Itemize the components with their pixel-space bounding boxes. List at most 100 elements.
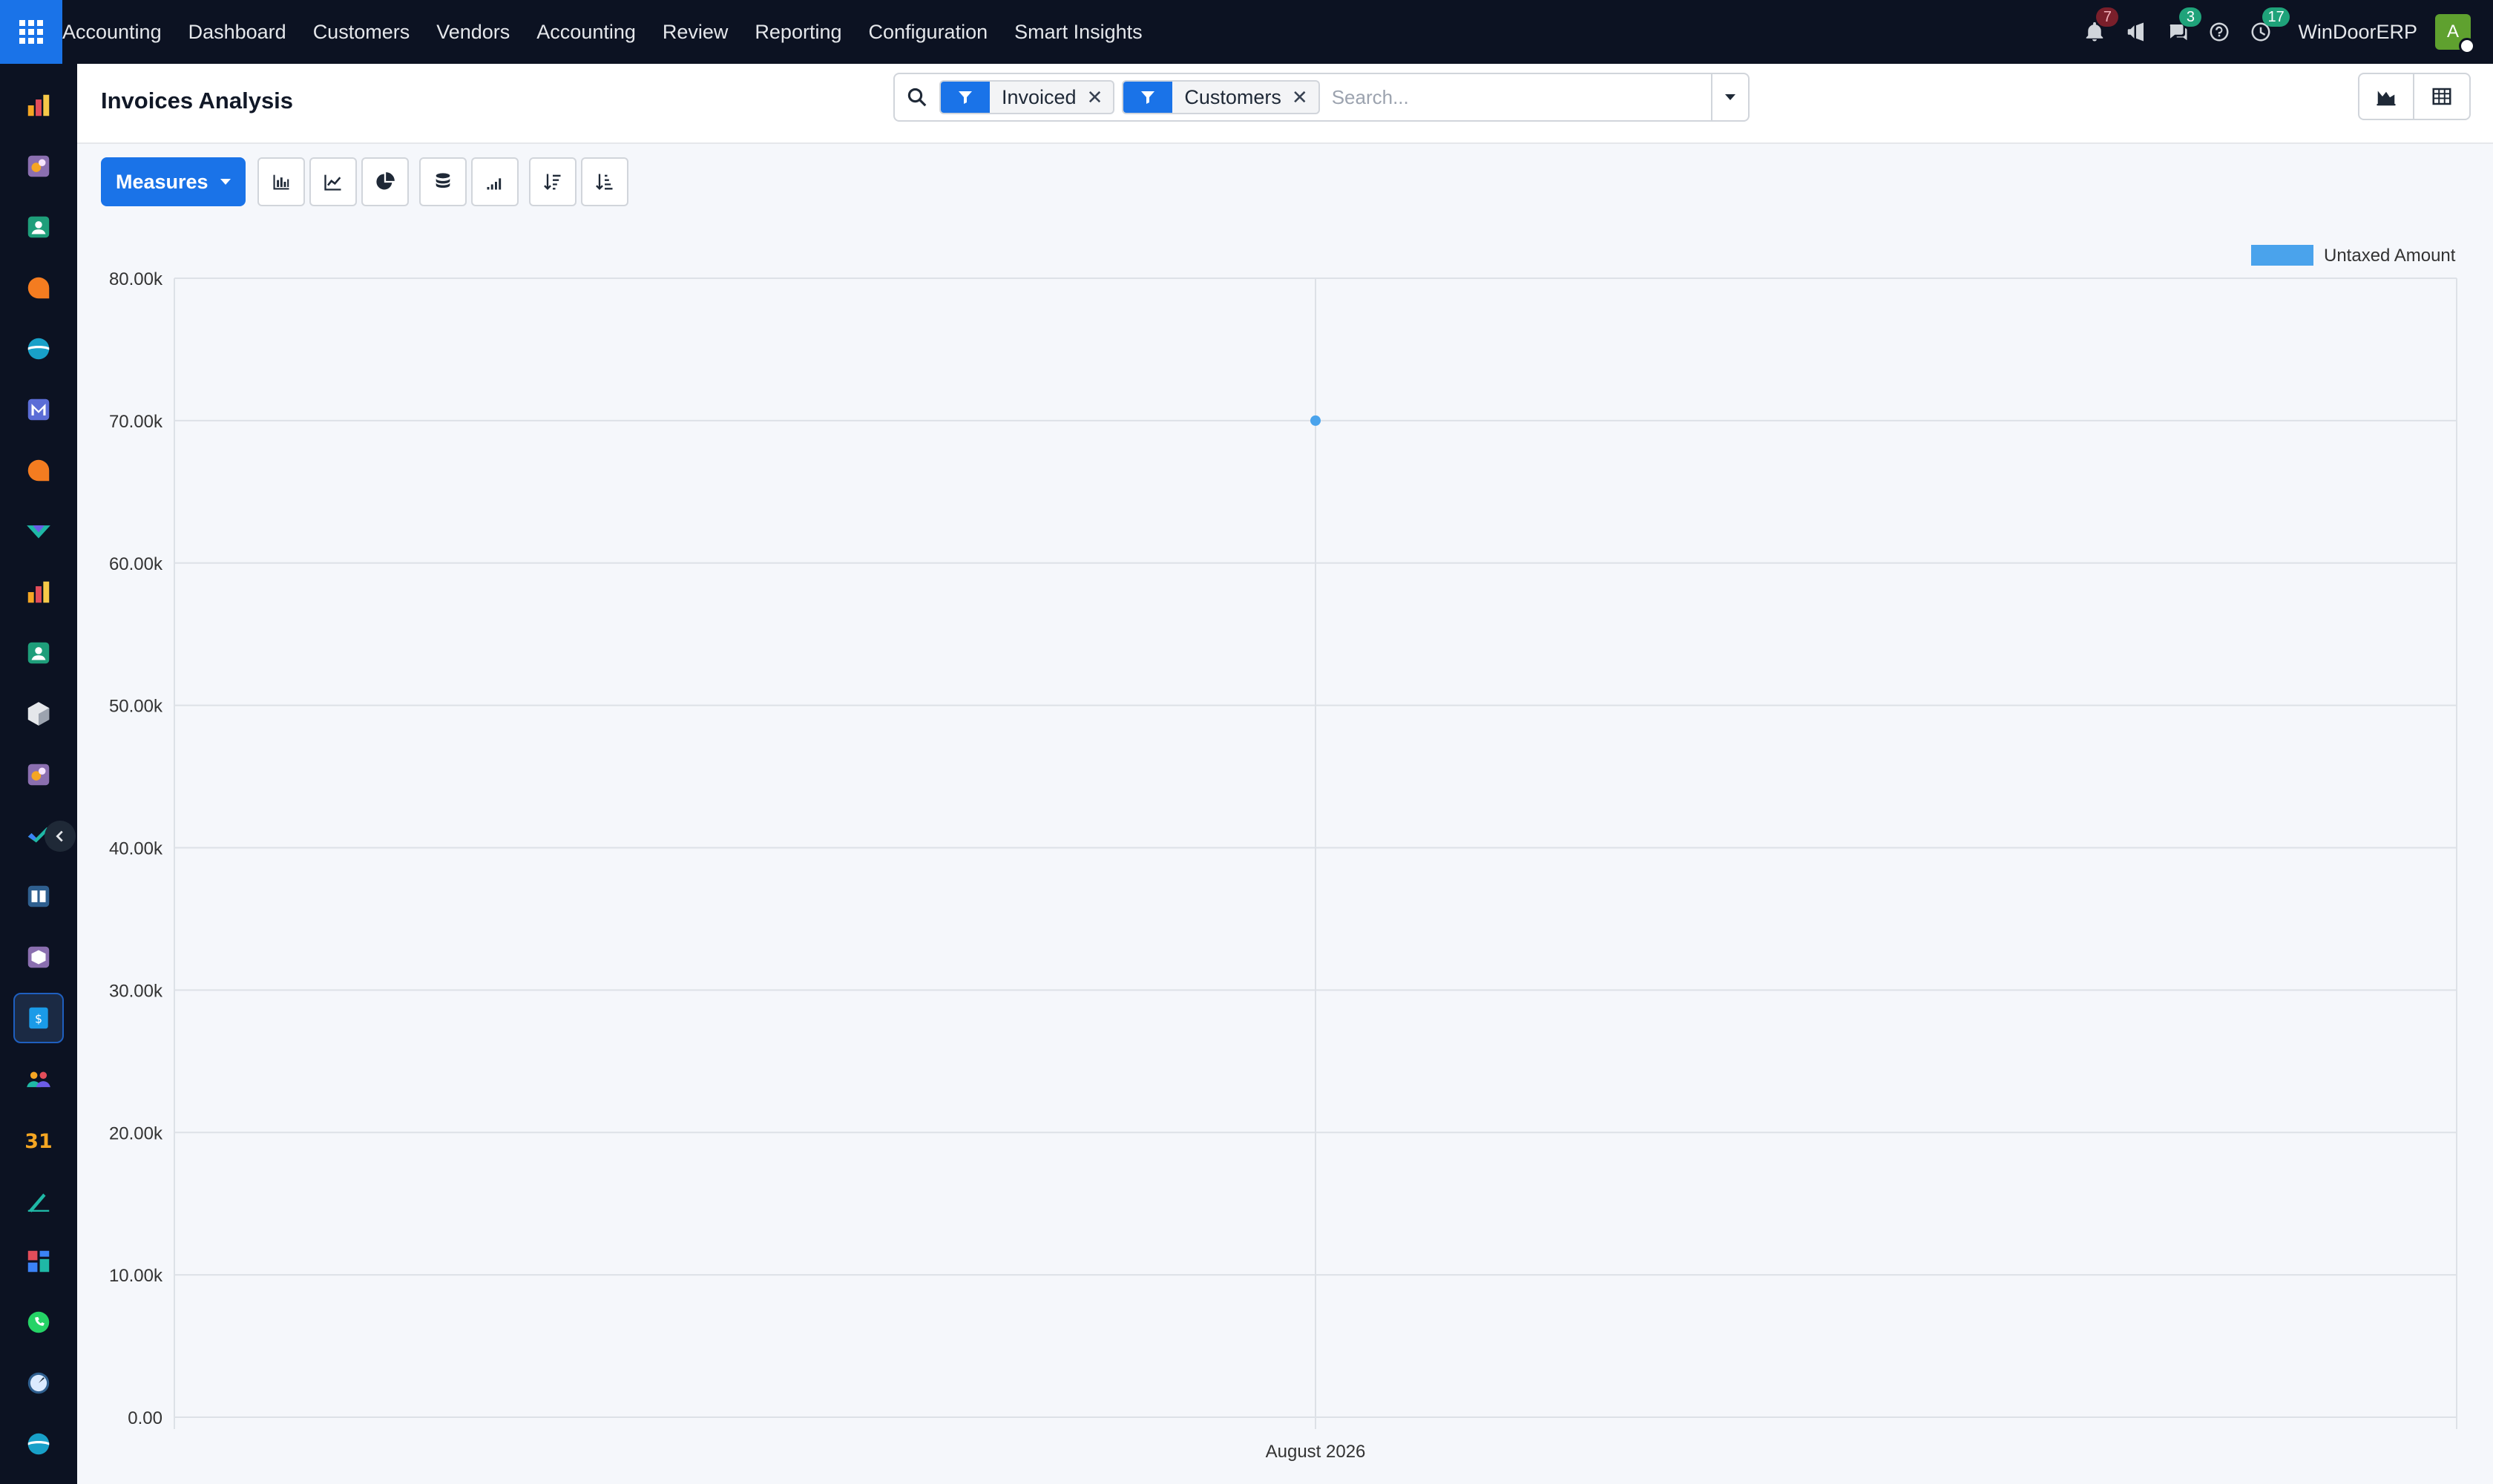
- pie-chart-icon: [375, 172, 395, 190]
- sort-descending-button[interactable]: [528, 157, 577, 206]
- sidebar-collapse-button[interactable]: [45, 821, 76, 852]
- purchase-app-icon: [27, 946, 50, 968]
- sidebar-app-6[interactable]: [13, 384, 64, 435]
- sidebar-app-10[interactable]: [13, 628, 64, 678]
- activities-button[interactable]: 17: [2240, 0, 2290, 64]
- menu-configuration[interactable]: Configuration: [869, 21, 988, 44]
- facet-label: Invoiced: [1002, 85, 1077, 108]
- sidebar-app-14[interactable]: [13, 871, 64, 922]
- pivot-view-button[interactable]: [2414, 73, 2471, 120]
- y-tick-label: 10.00k: [109, 1266, 163, 1286]
- calendar-day: 31: [24, 1130, 52, 1153]
- website-app-icon: [27, 338, 50, 360]
- help-icon: [2210, 22, 2229, 42]
- database-icon: [436, 173, 450, 188]
- app-launcher-button[interactable]: [0, 0, 62, 64]
- megaphone-icon: [2128, 22, 2144, 42]
- pie-chart-button[interactable]: [361, 157, 409, 206]
- top-navbar: Accounting Dashboard Customers Vendors A…: [0, 0, 2493, 64]
- chart-legend[interactable]: Untaxed Amount: [2251, 245, 2456, 266]
- presence-dot: [2459, 38, 2475, 54]
- sidebar-app-8[interactable]: [13, 506, 64, 556]
- sidebar-app-16[interactable]: $: [13, 993, 64, 1043]
- area-chart-icon: [2377, 91, 2396, 106]
- sidebar-app-5[interactable]: [13, 324, 64, 374]
- sidebar-app-1[interactable]: [13, 80, 64, 131]
- invoices-line-chart: 0.00 10.00k 20.00k 30.00k 40.00k 50.00k 60.00k…: [109, 245, 2457, 1462]
- facet-remove-button[interactable]: ✕: [1087, 86, 1114, 109]
- bar-chart-button[interactable]: [257, 157, 305, 206]
- company-switcher[interactable]: WinDoorERP: [2298, 21, 2417, 44]
- app-sidebar: $ 31: [0, 64, 77, 1484]
- facet-label: Customers: [1184, 85, 1281, 108]
- help-button[interactable]: [2198, 0, 2240, 64]
- graph-toolbar: Measures: [101, 157, 628, 206]
- dashboards-app-icon: [27, 1250, 50, 1273]
- sidebar-app-21[interactable]: [13, 1297, 64, 1347]
- line-chart-button[interactable]: [309, 157, 357, 206]
- facet-remove-button[interactable]: ✕: [1292, 86, 1318, 109]
- menu-dashboard[interactable]: Dashboard: [188, 21, 286, 44]
- expenses-app-icon: [27, 764, 50, 786]
- announcements-button[interactable]: [2115, 0, 2157, 64]
- menu-reporting[interactable]: Reporting: [755, 21, 841, 44]
- sidebar-app-4[interactable]: [13, 263, 64, 313]
- filter-icon: [1123, 82, 1173, 113]
- menu-vendors[interactable]: Vendors: [436, 21, 510, 44]
- sidebar-app-22[interactable]: [13, 1358, 64, 1408]
- grid-icon: [19, 20, 43, 44]
- invoicing-app-icon: [27, 94, 50, 116]
- systray: 7 3 17 WinDoorERP A: [2074, 0, 2493, 64]
- menu-review[interactable]: Review: [663, 21, 729, 44]
- graph-view-button[interactable]: [2358, 73, 2414, 120]
- sidebar-app-18[interactable]: 31: [13, 1114, 64, 1165]
- search-input[interactable]: [1327, 75, 1711, 119]
- website-builder-app-icon: [27, 1433, 50, 1455]
- accounting-app-icon: $: [29, 1007, 48, 1029]
- search-options-toggle[interactable]: [1711, 74, 1748, 120]
- page-title: Invoices Analysis: [101, 88, 294, 114]
- search-button[interactable]: [895, 74, 939, 120]
- sidebar-app-17[interactable]: [13, 1054, 64, 1104]
- sidebar-app-20[interactable]: [13, 1236, 64, 1287]
- stacked-button[interactable]: [418, 157, 467, 206]
- legend-swatch[interactable]: [2251, 245, 2313, 266]
- legend-label[interactable]: Untaxed Amount: [2324, 246, 2456, 266]
- messages-button[interactable]: 3: [2157, 0, 2202, 64]
- sidebar-app-23[interactable]: [13, 1419, 64, 1469]
- search-icon: [907, 88, 927, 107]
- menu-customers[interactable]: Customers: [313, 21, 410, 44]
- y-tick-label: 60.00k: [109, 554, 163, 574]
- sidebar-app-7[interactable]: [13, 445, 64, 496]
- x-tick-label: August 2026: [1266, 1442, 1366, 1462]
- user-avatar[interactable]: A: [2435, 14, 2475, 54]
- y-tick-label: 20.00k: [109, 1123, 163, 1143]
- view-switcher: [2358, 73, 2471, 120]
- sales-app-icon: [27, 155, 50, 177]
- caret-down-icon: [1725, 94, 1735, 100]
- sort-ascending-button[interactable]: [580, 157, 628, 206]
- notifications-button[interactable]: 7: [2074, 0, 2119, 64]
- sidebar-app-19[interactable]: [13, 1175, 64, 1226]
- menu-smart-insights[interactable]: Smart Insights: [1014, 21, 1143, 44]
- sidebar-app-3[interactable]: [13, 202, 64, 252]
- measures-dropdown-button[interactable]: Measures: [101, 157, 246, 206]
- sidebar-app-11[interactable]: [13, 689, 64, 739]
- avatar-initial: A: [2446, 22, 2459, 42]
- sidebar-app-2[interactable]: [13, 141, 64, 191]
- filter-icon: [941, 82, 990, 113]
- menu-brand-accounting[interactable]: Accounting: [62, 21, 162, 44]
- knowledge-app-icon: [27, 885, 50, 907]
- data-point[interactable]: [1310, 415, 1321, 426]
- sidebar-app-9[interactable]: [13, 567, 64, 617]
- sidebar-app-12[interactable]: [13, 749, 64, 800]
- chevron-left-icon: [56, 830, 63, 842]
- control-panel: Invoices Analysis Invoiced ✕ Customers ✕: [77, 64, 2493, 144]
- y-tick-label: 50.00k: [109, 697, 163, 717]
- employees-app-icon: [27, 642, 50, 664]
- measures-label: Measures: [116, 170, 208, 193]
- menu-accounting[interactable]: Accounting: [536, 21, 636, 44]
- cumulative-button[interactable]: [470, 157, 519, 206]
- sidebar-app-15[interactable]: [13, 932, 64, 982]
- crm-app-icon: [27, 581, 50, 603]
